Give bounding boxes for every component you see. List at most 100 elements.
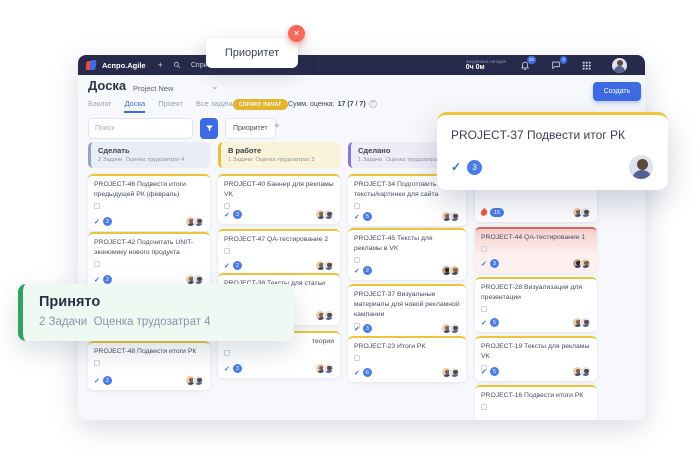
- tab-all-tasks[interactable]: Все задачи: [196, 99, 235, 113]
- estimate-badge: 2: [102, 376, 112, 385]
- description-icon: [354, 202, 360, 209]
- avatar: [580, 258, 591, 269]
- view-tabs: Бэклог Доска Проект Все задачи: [88, 99, 235, 113]
- task-card[interactable]: PROJECT-37 Визуальные материалы для ново…: [348, 284, 466, 338]
- check-icon: ✓: [354, 369, 360, 377]
- project-selector[interactable]: Project New: [133, 84, 173, 93]
- avatar: [449, 211, 460, 222]
- search-input[interactable]: [88, 118, 193, 139]
- avatar: [580, 317, 591, 328]
- task-detail-popover[interactable]: PROJECT-37 Подвести итог РК ✓ 3: [437, 112, 668, 190]
- check-icon: ✓: [451, 160, 462, 174]
- chat-icon[interactable]: 5: [551, 56, 567, 70]
- time-value: 0ч 0м: [465, 64, 485, 71]
- task-title: PROJECT-44 QA-тестирование 1: [481, 234, 586, 241]
- task-card[interactable]: PROJECT-48 Подвести итоги РК ✓ 2: [88, 341, 210, 390]
- column-header[interactable]: В работе 1 Задача Оценка трудозатрат 3: [218, 142, 340, 168]
- avatar: [193, 375, 204, 386]
- tooltip-label: Приоритет: [224, 47, 280, 59]
- priority-filter-chip[interactable]: Приоритет: [225, 118, 276, 139]
- task-title: PROJECT-46 Подвести итоги предыдущей РК …: [94, 181, 186, 198]
- add-filter-button[interactable]: +: [274, 121, 280, 132]
- task-title: PROJECT-42 Подсчитать UNIT-экономику нов…: [94, 239, 194, 256]
- task-title: PROJECT-45 Тексты для рекламы в VK: [354, 235, 433, 252]
- app-bar: Аспро.Agile + Спринты Затрачено сегодня …: [78, 55, 645, 75]
- task-card[interactable]: PROJECT-40 Баннер для рекламы VK ✓ 3: [218, 174, 340, 224]
- column-name: Сделать: [98, 146, 130, 155]
- description-icon: [224, 202, 230, 209]
- summary-label: Сумм. оценка:: [288, 100, 335, 108]
- time-tracker: Затрачено сегодня 0ч 0м: [466, 59, 506, 71]
- page-title: Доска: [88, 78, 127, 93]
- task-card[interactable]: PROJECT-28 Визуализация для презентации …: [475, 277, 597, 332]
- description-icon: [481, 403, 487, 410]
- close-icon[interactable]: ✕: [288, 25, 305, 42]
- task-title: PROJECT-16 Подвести итоги РК: [481, 392, 584, 399]
- description-icon: [94, 202, 100, 209]
- task-card[interactable]: PROJECT-19 Тексты для рекламы VK ✓ 5: [475, 336, 597, 381]
- task-card[interactable]: PROJECT-45 Тексты для рекламы в VK ✓ 2: [348, 228, 466, 280]
- tab-project[interactable]: Проект: [158, 99, 183, 113]
- check-icon: ✓: [94, 377, 100, 385]
- avatar: [580, 207, 591, 218]
- estimate-pill: 15: [490, 208, 505, 217]
- task-title: PROJECT-40 Баннер для рекламы VK: [224, 181, 334, 198]
- description-icon: [94, 359, 100, 366]
- estimate-badge: 2: [362, 266, 372, 275]
- estimate-badge: 2: [232, 261, 242, 270]
- check-icon: ✓: [354, 213, 360, 221]
- brand-logo-icon: [85, 59, 97, 71]
- create-button[interactable]: Создать: [593, 82, 641, 101]
- avatar: [323, 363, 334, 374]
- check-icon: ✓: [354, 325, 360, 333]
- check-icon: ✓: [354, 267, 360, 275]
- avatar: [323, 310, 334, 321]
- estimate-badge: 3: [467, 159, 483, 175]
- task-title: PROJECT-48 Подвести итоги РК: [94, 348, 197, 355]
- estimate-badge: 5: [489, 367, 499, 376]
- page: Аспро.Agile + Спринты Затрачено сегодня …: [0, 0, 700, 456]
- estimate-badge: 5: [489, 318, 499, 327]
- priority-tooltip: Приоритет ✕: [206, 25, 305, 68]
- filter-button[interactable]: [200, 118, 218, 139]
- tab-board[interactable]: Доска: [124, 99, 146, 113]
- help-icon[interactable]: ?: [368, 100, 377, 108]
- check-icon: ✓: [224, 365, 230, 373]
- task-title: PROJECT-28 Визуализация для презентации: [481, 284, 583, 301]
- task-card[interactable]: PROJECT-46 Подвести итоги предыдущей РК …: [88, 174, 210, 231]
- column-header[interactable]: Сделать 2 Задачи Оценка трудозатрат 4: [88, 142, 210, 168]
- tab-backlog[interactable]: Бэклог: [88, 99, 111, 113]
- task-card[interactable]: PROJECT-47 QA-тестирование 2 ✓ 2: [218, 229, 340, 275]
- description-icon: [224, 349, 230, 356]
- app-window: Аспро.Agile + Спринты Затрачено сегодня …: [78, 55, 645, 420]
- estimate-badge: 3: [232, 364, 242, 373]
- avatar: [449, 367, 460, 378]
- task-card[interactable]: PROJECT-42 Подсчитать UNIT-экономику нов…: [88, 232, 210, 289]
- chevron-down-icon[interactable]: ⌄: [211, 81, 219, 92]
- task-card[interactable]: PROJECT-16 Подвести итоги РК: [475, 385, 597, 420]
- avatar: [323, 260, 334, 271]
- search-icon[interactable]: [173, 61, 181, 69]
- check-icon: ✓: [481, 368, 487, 376]
- check-icon: ✓: [224, 262, 230, 270]
- task-title: PROJECT-19 Тексты для рекламы VK: [481, 343, 590, 360]
- task-card[interactable]: PROJECT-23 Итоги РК ✓ 6: [348, 336, 466, 382]
- avatar: [193, 216, 204, 227]
- estimate-badge: 3: [362, 324, 372, 333]
- description-icon: [354, 256, 360, 263]
- description-icon: [354, 354, 360, 361]
- sprint-status-badge: СПРИНТ НАЧАТ: [233, 99, 288, 110]
- column-meta: 1 Задача Оценка трудозатрат 3: [228, 157, 315, 163]
- accepted-column-popover[interactable]: Принято 2 Задачи Оценка трудозатрат 4: [18, 284, 294, 341]
- apps-grid-icon[interactable]: [582, 61, 591, 70]
- brand-name: Аспро.Agile: [102, 60, 146, 70]
- task-title: PROJECT-47 QA-тестирование 2: [224, 236, 329, 243]
- add-icon[interactable]: +: [158, 60, 163, 70]
- estimate-badge: 2: [102, 275, 112, 284]
- user-avatar[interactable]: [612, 57, 627, 73]
- accepted-meta: 2 Задачи Оценка трудозатрат 4: [39, 316, 211, 328]
- task-card-highlighted[interactable]: PROJECT-44 QA-тестирование 1 ✓ 3: [475, 227, 597, 273]
- column-meta: 2 Задачи Оценка трудозатрат 4: [98, 157, 185, 163]
- notifications-bell-icon[interactable]: 26: [520, 56, 536, 70]
- avatar: [580, 366, 591, 377]
